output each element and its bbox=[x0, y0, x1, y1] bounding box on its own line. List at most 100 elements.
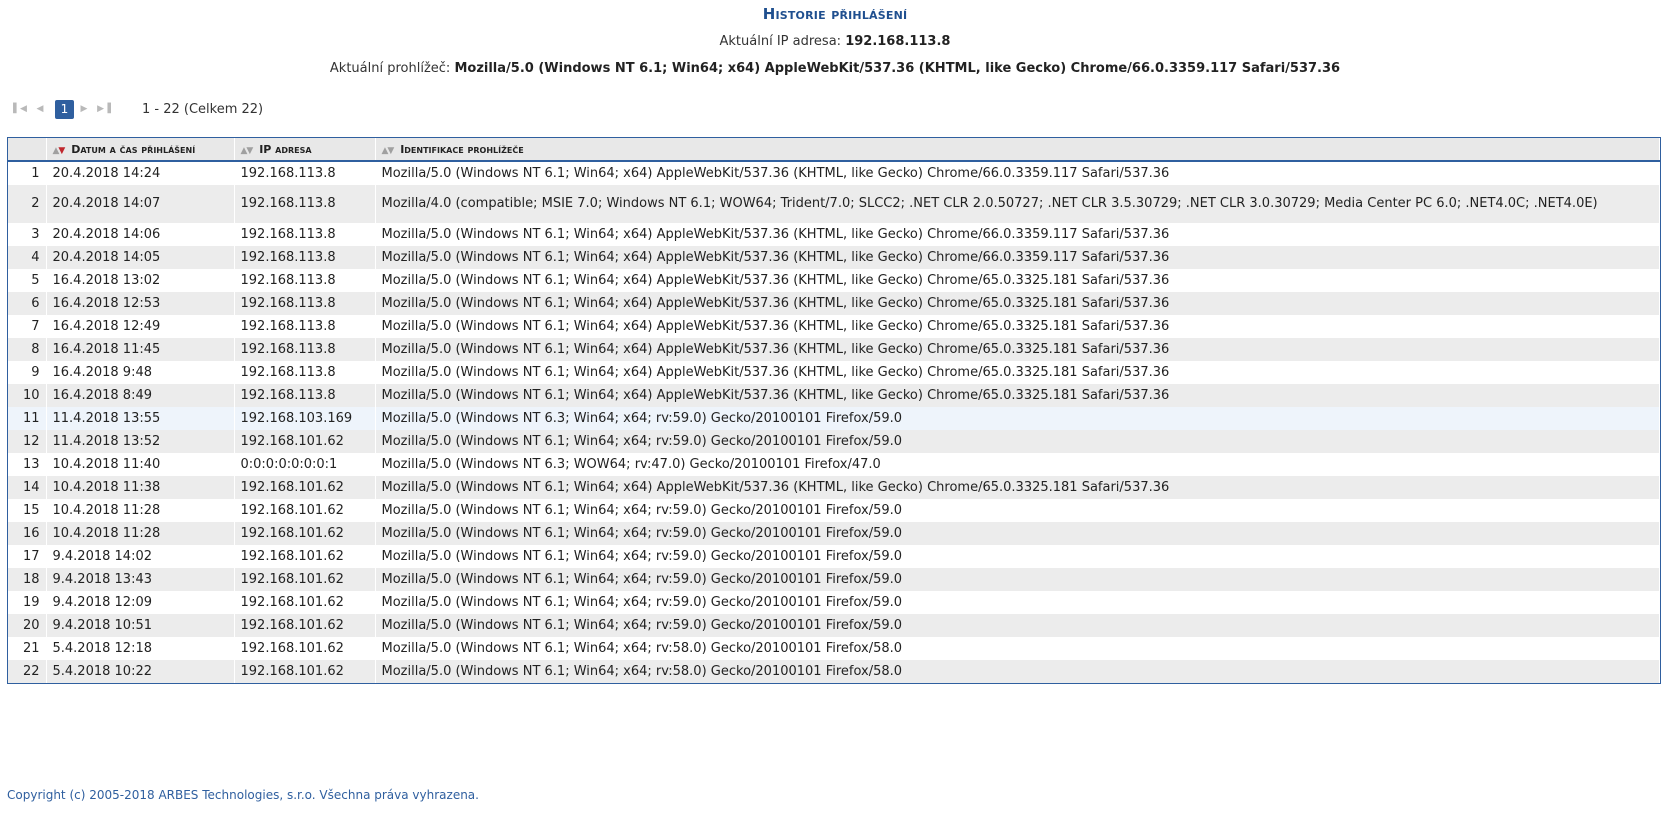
row-date: 16.4.2018 8:49 bbox=[46, 384, 235, 407]
row-date: 10.4.2018 11:40 bbox=[46, 453, 235, 476]
row-date: 9.4.2018 14:02 bbox=[46, 545, 235, 568]
row-ip: 192.168.101.62 bbox=[234, 476, 376, 499]
row-date: 16.4.2018 13:02 bbox=[46, 269, 235, 292]
row-date: 16.4.2018 11:45 bbox=[46, 338, 235, 361]
row-index: 18 bbox=[8, 568, 47, 591]
row-user-agent: Mozilla/5.0 (Windows NT 6.1; Win64; x64)… bbox=[375, 292, 1660, 315]
row-user-agent: Mozilla/5.0 (Windows NT 6.3; WOW64; rv:4… bbox=[375, 453, 1660, 476]
row-ip: 192.168.101.62 bbox=[234, 591, 376, 614]
row-index: 7 bbox=[8, 315, 47, 338]
table-row[interactable]: 13 10.4.2018 11:40 0:0:0:0:0:0:0:1 Mozilla/… bbox=[8, 453, 1660, 476]
current-ip-value: 192.168.113.8 bbox=[845, 34, 951, 49]
row-index: 15 bbox=[8, 499, 47, 522]
last-page-icon[interactable]: ▶▐ bbox=[94, 99, 114, 119]
row-date: 20.4.2018 14:06 bbox=[46, 223, 235, 246]
pager: ▌◀ ◀ 1 ▶ ▶▐ 1 - 22 (Celkem 22) bbox=[10, 99, 263, 119]
row-index: 8 bbox=[8, 338, 47, 361]
row-ip: 192.168.113.8 bbox=[234, 292, 376, 315]
row-user-agent: Mozilla/5.0 (Windows NT 6.1; Win64; x64;… bbox=[375, 430, 1660, 453]
table-row[interactable]: 9 16.4.2018 9:48 192.168.113.8 Mozilla/5.0 … bbox=[8, 361, 1660, 384]
row-date: 5.4.2018 10:22 bbox=[46, 660, 235, 683]
row-index: 12 bbox=[8, 430, 47, 453]
row-index: 22 bbox=[8, 660, 47, 683]
table-row[interactable]: 14 10.4.2018 11:38 192.168.101.62 Mozilla/5… bbox=[8, 476, 1660, 499]
table-row[interactable]: 16 10.4.2018 11:28 192.168.101.62 Mozilla/5… bbox=[8, 522, 1660, 545]
page-button-current[interactable]: 1 bbox=[55, 99, 74, 119]
row-date: 20.4.2018 14:24 bbox=[46, 161, 235, 185]
table-row[interactable]: 19 9.4.2018 12:09 192.168.101.62 Mozilla/5.… bbox=[8, 591, 1660, 614]
table-row[interactable]: 21 5.4.2018 12:18 192.168.101.62 Mozilla/5.… bbox=[8, 637, 1660, 660]
row-date: 9.4.2018 13:43 bbox=[46, 568, 235, 591]
table-row[interactable]: 1 20.4.2018 14:24 192.168.113.8 Mozilla/5.0… bbox=[8, 161, 1660, 185]
sort-icon[interactable]: ▲▼ bbox=[382, 146, 395, 156]
row-date: 20.4.2018 14:05 bbox=[46, 246, 235, 269]
table-row[interactable]: 5 16.4.2018 13:02 192.168.113.8 Mozilla/5.0… bbox=[8, 269, 1660, 292]
row-date: 9.4.2018 10:51 bbox=[46, 614, 235, 637]
row-ip: 192.168.113.8 bbox=[234, 338, 376, 361]
column-header-date-label: Datum a čas přihlášení bbox=[71, 142, 196, 156]
row-ip: 192.168.113.8 bbox=[234, 161, 376, 185]
row-index: 14 bbox=[8, 476, 47, 499]
row-user-agent: Mozilla/5.0 (Windows NT 6.1; Win64; x64)… bbox=[375, 269, 1660, 292]
row-index: 16 bbox=[8, 522, 47, 545]
row-ip: 192.168.101.62 bbox=[234, 522, 376, 545]
login-history-table: ▲▼ Datum a čas přihlášení ▲▼ IP adresa ▲… bbox=[8, 138, 1660, 683]
row-user-agent: Mozilla/5.0 (Windows NT 6.1; Win64; x64)… bbox=[375, 361, 1660, 384]
row-ip: 192.168.101.62 bbox=[234, 499, 376, 522]
row-index: 6 bbox=[8, 292, 47, 315]
column-header-ip[interactable]: ▲▼ IP adresa bbox=[234, 138, 376, 162]
column-header-date[interactable]: ▲▼ Datum a čas přihlášení bbox=[46, 138, 235, 162]
table-row[interactable]: 4 20.4.2018 14:05 192.168.113.8 Mozilla/5.0… bbox=[8, 246, 1660, 269]
sort-icon[interactable]: ▲▼ bbox=[241, 146, 254, 156]
row-date: 10.4.2018 11:38 bbox=[46, 476, 235, 499]
row-ip: 192.168.101.62 bbox=[234, 660, 376, 683]
row-ip: 192.168.103.169 bbox=[234, 407, 376, 430]
column-header-browser-label: Identifikace prohlížeče bbox=[400, 142, 524, 156]
column-header-ip-label: IP adresa bbox=[259, 142, 312, 156]
table-row[interactable]: 12 11.4.2018 13:52 192.168.101.62 Mozilla/5… bbox=[8, 430, 1660, 453]
row-ip: 192.168.113.8 bbox=[234, 185, 376, 223]
current-ip-label: Aktuální IP adresa: bbox=[719, 34, 842, 49]
row-date: 16.4.2018 9:48 bbox=[46, 361, 235, 384]
sort-icon[interactable]: ▲▼ bbox=[53, 146, 66, 156]
table-row[interactable]: 7 16.4.2018 12:49 192.168.113.8 Mozilla/5.0… bbox=[8, 315, 1660, 338]
row-user-agent: Mozilla/5.0 (Windows NT 6.1; Win64; x64)… bbox=[375, 315, 1660, 338]
table-row[interactable]: 15 10.4.2018 11:28 192.168.101.62 Mozilla/5… bbox=[8, 499, 1660, 522]
current-browser-line: Aktuální prohlížeč: Mozilla/5.0 (Windows… bbox=[0, 61, 1670, 76]
first-page-icon[interactable]: ▌◀ bbox=[10, 99, 30, 119]
table-row[interactable]: 20 9.4.2018 10:51 192.168.101.62 Mozilla/5.… bbox=[8, 614, 1660, 637]
table-row[interactable]: 8 16.4.2018 11:45 192.168.113.8 Mozilla/5.0… bbox=[8, 338, 1660, 361]
row-date: 9.4.2018 12:09 bbox=[46, 591, 235, 614]
row-ip: 192.168.113.8 bbox=[234, 361, 376, 384]
next-page-icon[interactable]: ▶ bbox=[74, 99, 94, 119]
column-header-browser[interactable]: ▲▼ Identifikace prohlížeče bbox=[375, 138, 1660, 162]
row-index: 19 bbox=[8, 591, 47, 614]
row-date: 10.4.2018 11:28 bbox=[46, 499, 235, 522]
row-user-agent: Mozilla/4.0 (compatible; MSIE 7.0; Windo… bbox=[375, 185, 1660, 223]
row-date: 16.4.2018 12:53 bbox=[46, 292, 235, 315]
table-row[interactable]: 6 16.4.2018 12:53 192.168.113.8 Mozilla/5.0… bbox=[8, 292, 1660, 315]
row-ip: 192.168.113.8 bbox=[234, 269, 376, 292]
row-user-agent: Mozilla/5.0 (Windows NT 6.1; Win64; x64;… bbox=[375, 591, 1660, 614]
current-browser-value: Mozilla/5.0 (Windows NT 6.1; Win64; x64)… bbox=[454, 61, 1341, 76]
row-user-agent: Mozilla/5.0 (Windows NT 6.1; Win64; x64)… bbox=[375, 338, 1660, 361]
table-row[interactable]: 3 20.4.2018 14:06 192.168.113.8 Mozilla/5.0… bbox=[8, 223, 1660, 246]
row-user-agent: Mozilla/5.0 (Windows NT 6.1; Win64; x64;… bbox=[375, 568, 1660, 591]
row-index: 4 bbox=[8, 246, 47, 269]
table-row[interactable]: 22 5.4.2018 10:22 192.168.101.62 Mozilla/5.… bbox=[8, 660, 1660, 683]
row-user-agent: Mozilla/5.0 (Windows NT 6.1; Win64; x64)… bbox=[375, 246, 1660, 269]
table-row[interactable]: 10 16.4.2018 8:49 192.168.113.8 Mozilla/5.0… bbox=[8, 384, 1660, 407]
row-date: 16.4.2018 12:49 bbox=[46, 315, 235, 338]
row-index: 11 bbox=[8, 407, 47, 430]
table-row[interactable]: 2 20.4.2018 14:07 192.168.113.8 Mozilla/4.0… bbox=[8, 185, 1660, 223]
row-ip: 192.168.101.62 bbox=[234, 545, 376, 568]
row-date: 11.4.2018 13:52 bbox=[46, 430, 235, 453]
table-header-row: ▲▼ Datum a čas přihlášení ▲▼ IP adresa ▲… bbox=[8, 138, 1660, 162]
table-row[interactable]: 18 9.4.2018 13:43 192.168.101.62 Mozilla/5.… bbox=[8, 568, 1660, 591]
table-row[interactable]: 17 9.4.2018 14:02 192.168.101.62 Mozilla/5.… bbox=[8, 545, 1660, 568]
row-ip: 192.168.101.62 bbox=[234, 430, 376, 453]
row-index: 1 bbox=[8, 161, 47, 185]
pager-info: 1 - 22 (Celkem 22) bbox=[142, 101, 264, 117]
table-row[interactable]: 11 11.4.2018 13:55 192.168.103.169 Mozilla/… bbox=[8, 407, 1660, 430]
prev-page-icon[interactable]: ◀ bbox=[30, 99, 50, 119]
